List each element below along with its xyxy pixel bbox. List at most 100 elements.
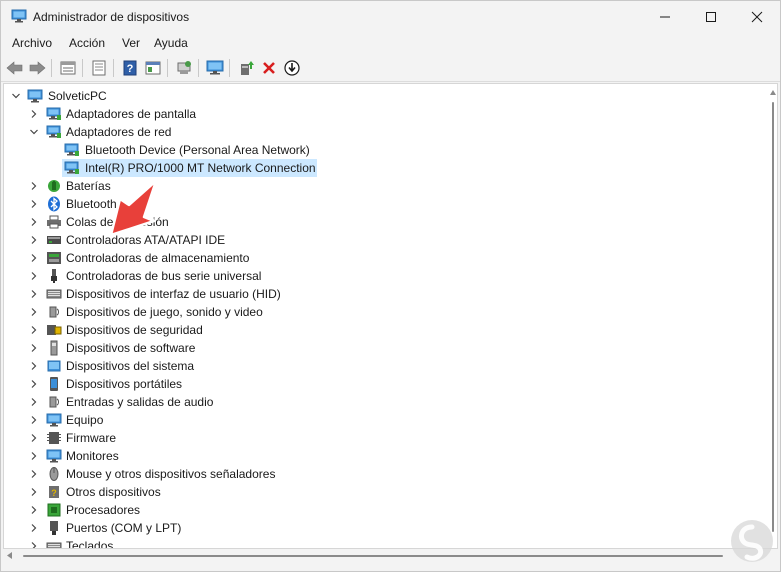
close-button[interactable] (734, 1, 780, 32)
other-device-icon: ? (46, 484, 62, 500)
menu-archivo[interactable]: Archivo (11, 36, 53, 50)
tree-item-label: Procesadores (66, 503, 141, 517)
tree-root-label: SolveticPC (48, 89, 107, 103)
properties-grid-icon[interactable] (58, 58, 78, 78)
hid-icon (46, 286, 62, 302)
chevron-right-icon[interactable] (29, 361, 39, 371)
chevron-right-icon[interactable] (29, 199, 39, 209)
bluetooth-icon (46, 196, 62, 212)
device-tree[interactable]: SolveticPC Adaptadores de pantalla Adapta… (3, 83, 778, 549)
maximize-button[interactable] (688, 1, 734, 32)
tree-category-dispositivos-de-interfaz-de-usuario-hid[interactable]: Dispositivos de interfaz de usuario (HID… (4, 285, 764, 303)
tree-category-procesadores[interactable]: Procesadores (4, 501, 764, 519)
chevron-right-icon[interactable] (29, 325, 39, 335)
menu-ayuda[interactable]: Ayuda (153, 36, 189, 50)
tree-child-item[interactable]: Intel(R) PRO/1000 MT Network Connection (4, 159, 764, 177)
monitor-icon[interactable] (205, 58, 225, 78)
scroll-up-icon[interactable] (770, 90, 776, 95)
tree-category-otros-dispositivos[interactable]: ? Otros dispositivos (4, 483, 764, 501)
port-icon (46, 520, 62, 536)
chevron-right-icon[interactable] (29, 415, 39, 425)
security-icon (46, 322, 62, 338)
horizontal-scroll-thumb[interactable] (23, 555, 723, 557)
tree-category-dispositivos-del-sistema[interactable]: Dispositivos del sistema (4, 357, 764, 375)
network-adapter-icon (46, 124, 62, 140)
tree-category-dispositivos-de-software[interactable]: Dispositivos de software (4, 339, 764, 357)
tree-category-monitores[interactable]: Monitores (4, 447, 764, 465)
software-device-icon (46, 340, 62, 356)
chevron-right-icon[interactable] (29, 523, 39, 533)
chevron-right-icon[interactable] (29, 235, 39, 245)
help-icon[interactable]: ? (120, 58, 140, 78)
tree-category-mouse-y-otros-dispositivos-senaladores[interactable]: Mouse y otros dispositivos señaladores (4, 465, 764, 483)
computer-icon (46, 412, 62, 428)
firmware-icon (46, 430, 62, 446)
minimize-button[interactable] (642, 1, 688, 32)
chevron-right-icon[interactable] (29, 541, 39, 549)
chevron-right-icon[interactable] (29, 217, 39, 227)
printer-icon (46, 214, 62, 230)
chevron-right-icon[interactable] (29, 505, 39, 515)
chevron-right-icon[interactable] (29, 109, 39, 119)
storage-controller-icon (46, 250, 62, 266)
properties-icon[interactable] (89, 58, 109, 78)
tree-category-controladoras-de-almacenamiento[interactable]: Controladoras de almacenamiento (4, 249, 764, 267)
tree-category-puertos-com-y-lpt[interactable]: Puertos (COM y LPT) (4, 519, 764, 537)
battery-icon (46, 178, 62, 194)
view-icon[interactable] (143, 58, 163, 78)
chevron-down-icon[interactable] (29, 127, 39, 137)
toolbar: ? (1, 54, 780, 82)
tree-item-label: Otros dispositivos (66, 485, 161, 499)
chevron-right-icon[interactable] (29, 397, 39, 407)
window-title: Administrador de dispositivos (33, 10, 190, 24)
horizontal-scrollbar[interactable] (1, 549, 780, 571)
uninstall-icon[interactable] (259, 58, 279, 78)
chevron-right-icon[interactable] (29, 433, 39, 443)
sound-icon (46, 304, 62, 320)
forward-icon[interactable] (27, 58, 47, 78)
chevron-right-icon[interactable] (29, 469, 39, 479)
tree-category-controladoras-de-bus-serie-universal[interactable]: Controladoras de bus serie universal (4, 267, 764, 285)
tree-category-dispositivos-portatiles[interactable]: Dispositivos portátiles (4, 375, 764, 393)
tree-category-adaptadores-de-red[interactable]: Adaptadores de red (4, 123, 764, 141)
chevron-right-icon[interactable] (29, 487, 39, 497)
tree-item-label: Monitores (66, 449, 119, 463)
chevron-down-icon[interactable] (11, 91, 21, 101)
update-driver-icon[interactable] (237, 58, 257, 78)
device-manager-app-icon (11, 9, 27, 23)
toolbar-separator (229, 59, 230, 77)
scroll-left-icon[interactable] (7, 552, 12, 559)
tree-root[interactable]: SolveticPC (4, 87, 764, 105)
svg-text:?: ? (127, 63, 134, 75)
chevron-right-icon[interactable] (29, 181, 39, 191)
chevron-right-icon[interactable] (29, 289, 39, 299)
disable-icon[interactable] (282, 58, 302, 78)
tree-item-label: Intel(R) PRO/1000 MT Network Connection (85, 161, 316, 175)
tree-category-entradas-y-salidas-de-audio[interactable]: Entradas y salidas de audio (4, 393, 764, 411)
chevron-right-icon[interactable] (29, 253, 39, 263)
tree-category-firmware[interactable]: Firmware (4, 429, 764, 447)
tree-category-equipo[interactable]: Equipo (4, 411, 764, 429)
tree-item-label: Mouse y otros dispositivos señaladores (66, 467, 276, 481)
tree-child-item[interactable]: Bluetooth Device (Personal Area Network) (4, 141, 764, 159)
chevron-right-icon[interactable] (29, 271, 39, 281)
keyboard-icon (46, 538, 62, 548)
chevron-right-icon[interactable] (29, 307, 39, 317)
scan-icon[interactable] (174, 58, 194, 78)
menu-accion[interactable]: Acción (68, 36, 106, 50)
back-icon[interactable] (5, 58, 25, 78)
solvetic-logo-icon (731, 520, 773, 562)
tree-category-dispositivos-de-seguridad[interactable]: Dispositivos de seguridad (4, 321, 764, 339)
tree-category-teclados[interactable]: Teclados (4, 537, 764, 549)
chevron-right-icon[interactable] (29, 379, 39, 389)
chevron-right-icon[interactable] (29, 451, 39, 461)
ide-controller-icon (46, 232, 62, 248)
tree-category-adaptadores-de-pantalla[interactable]: Adaptadores de pantalla (4, 105, 764, 123)
chevron-right-icon[interactable] (29, 343, 39, 353)
tree-category-dispositivos-de-juego-sonido-y-video[interactable]: Dispositivos de juego, sonido y video (4, 303, 764, 321)
menu-ver[interactable]: Ver (121, 36, 141, 50)
vertical-scrollbar[interactable] (767, 84, 777, 548)
usb-icon (46, 268, 62, 284)
vertical-scroll-thumb[interactable] (772, 102, 774, 532)
title-bar[interactable]: Administrador de dispositivos (1, 1, 780, 32)
